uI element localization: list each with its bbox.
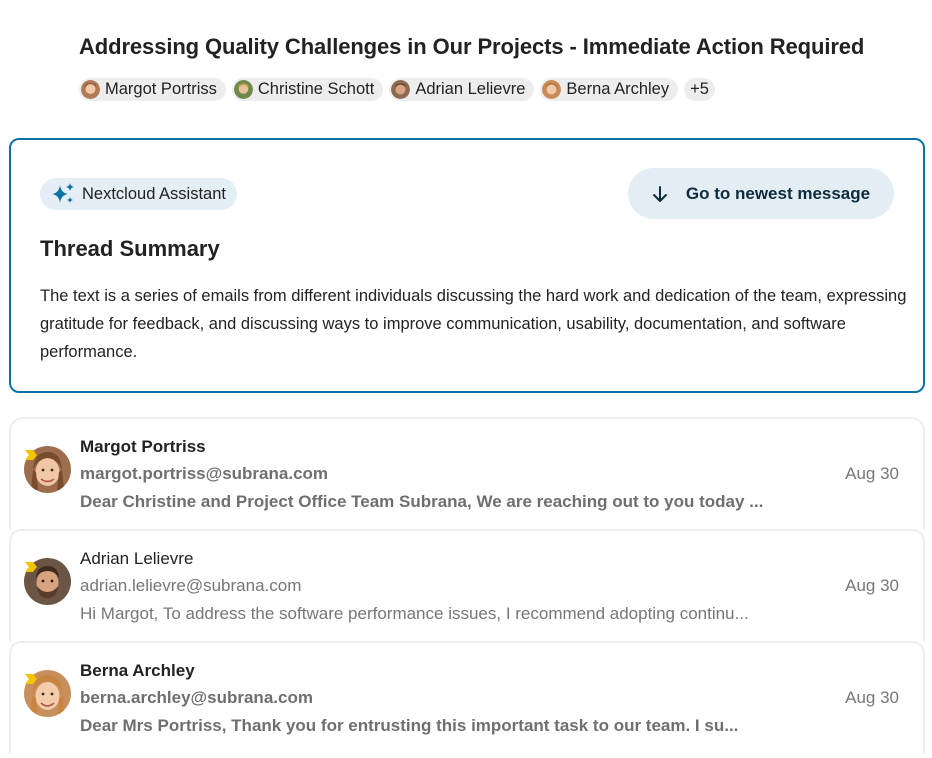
message-date: Aug 30 (845, 464, 899, 483)
message-date: Aug 30 (845, 688, 899, 707)
message-sender: Adrian Lelievre (80, 549, 194, 568)
avatar (542, 80, 562, 99)
important-icon[interactable] (24, 448, 38, 460)
message-email: margot.portriss@subrana.com (80, 464, 329, 483)
participant-name: Christine Schott (257, 80, 375, 98)
participant-name: Adrian Lelievre (415, 80, 526, 98)
avatar (81, 80, 100, 99)
arrow-down-icon (652, 185, 668, 203)
participant-list: Margot Portriss Christine Schott Adrian … (79, 78, 715, 101)
important-icon[interactable] (24, 560, 38, 572)
participant-name: Berna Archley (566, 80, 670, 98)
message-preview: Dear Mrs Portriss, Thank you for entrust… (80, 716, 739, 735)
thread-title: Addressing Quality Challenges in Our Pro… (79, 34, 865, 59)
go-to-newest-message-button[interactable]: Go to newest message (628, 168, 894, 219)
message-date: Aug 30 (845, 576, 899, 595)
message-item[interactable]: Adrian Lelievre adrian.lelievre@subrana.… (9, 529, 925, 641)
message-item[interactable]: Berna Archley berna.archley@subrana.com … (9, 641, 925, 753)
go-to-newest-label: Go to newest message (685, 183, 871, 203)
participant-chip[interactable]: Christine Schott (231, 78, 384, 101)
message-sender: Margot Portriss (80, 437, 206, 456)
participant-chip[interactable]: Margot Portriss (79, 78, 226, 101)
more-participants-button[interactable]: +5 (684, 78, 715, 101)
participant-chip[interactable]: Berna Archley (540, 78, 679, 101)
avatar (391, 80, 411, 99)
message-email: berna.archley@subrana.com (80, 688, 313, 707)
message-sender: Berna Archley (80, 661, 195, 680)
sparkle-icon (50, 182, 76, 206)
message-preview: Hi Margot, To address the software perfo… (80, 604, 749, 623)
participant-name: Margot Portriss (105, 80, 217, 98)
message-item[interactable]: Margot Portriss margot.portriss@subrana.… (9, 417, 925, 529)
important-icon[interactable] (24, 672, 38, 684)
message-email: adrian.lelievre@subrana.com (80, 576, 302, 595)
more-count: +5 (690, 80, 709, 98)
avatar (233, 80, 253, 99)
assistant-label: Nextcloud Assistant (82, 184, 226, 203)
summary-text: The text is a series of emails from diff… (40, 287, 907, 361)
message-list: Margot Portriss margot.portriss@subrana.… (9, 417, 925, 753)
participant-chip[interactable]: Adrian Lelievre (389, 78, 535, 101)
message-preview: Dear Christine and Project Office Team S… (80, 492, 764, 511)
assistant-badge: Nextcloud Assistant (40, 178, 237, 210)
thread-summary-card: Nextcloud Assistant Go to newest message… (9, 138, 925, 393)
summary-title: Thread Summary (40, 236, 220, 261)
